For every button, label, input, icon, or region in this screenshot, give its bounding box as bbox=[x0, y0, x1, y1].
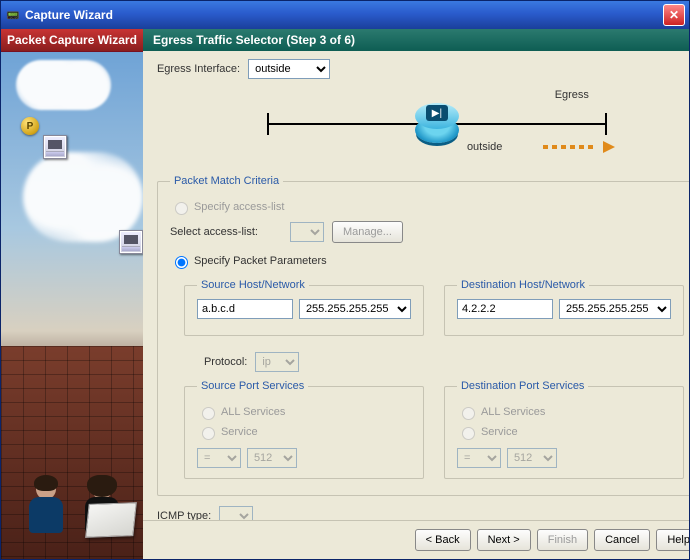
destination-mask-select[interactable]: 255.255.255.255 bbox=[559, 299, 671, 319]
packet-match-criteria-legend: Packet Match Criteria bbox=[170, 175, 283, 187]
sps-all-services-radio bbox=[202, 407, 215, 420]
select-access-list-row: Select access-list: Manage... bbox=[170, 221, 684, 243]
protocol-label: Protocol: bbox=[204, 356, 247, 368]
egress-interface-name: outside bbox=[467, 141, 502, 153]
destination-host-network-legend: Destination Host/Network bbox=[457, 279, 589, 291]
back-button[interactable]: < Back bbox=[415, 529, 471, 551]
destination-host-network-group: Destination Host/Network 255.255.255.255 bbox=[444, 279, 684, 336]
sps-port-select: 512 bbox=[247, 448, 297, 468]
dps-port-row: = 512 bbox=[457, 448, 671, 468]
source-host-input[interactable] bbox=[197, 299, 293, 319]
source-port-services-legend: Source Port Services bbox=[197, 380, 308, 392]
laptop-icon bbox=[85, 502, 137, 538]
sps-all-services: ALL Services bbox=[197, 404, 411, 420]
select-access-list-label: Select access-list: bbox=[170, 226, 258, 238]
arrow-right-icon bbox=[543, 141, 615, 153]
protocol-select: ip bbox=[255, 352, 299, 372]
opt-specify-packet-parameters[interactable]: Specify Packet Parameters bbox=[170, 253, 684, 269]
source-port-services-group: Source Port Services ALL Services Servic… bbox=[184, 380, 424, 479]
opt-specify-packet-parameters-label: Specify Packet Parameters bbox=[194, 255, 327, 267]
sps-port-row: = 512 bbox=[197, 448, 411, 468]
sps-operator-select: = bbox=[197, 448, 241, 468]
step-header: Egress Traffic Selector (Step 3 of 6) bbox=[143, 29, 689, 51]
app-icon: 📟 bbox=[5, 7, 21, 23]
close-button[interactable]: ✕ bbox=[663, 4, 685, 26]
icmp-type-select bbox=[219, 506, 253, 520]
sps-service-label: Service bbox=[221, 426, 258, 438]
window: 📟 Capture Wizard ✕ Packet Capture Wizard… bbox=[0, 0, 690, 560]
egress-interface-label: Egress Interface: bbox=[157, 63, 240, 75]
computer-icon bbox=[43, 135, 67, 159]
sidebar: Packet Capture Wizard P bbox=[1, 29, 143, 559]
select-access-list-select bbox=[290, 222, 324, 242]
sidebar-header: Packet Capture Wizard bbox=[1, 29, 143, 52]
egress-interface-select[interactable]: outside bbox=[248, 59, 330, 79]
dps-all-services: ALL Services bbox=[457, 404, 671, 420]
opt-specify-access-list: Specify access-list bbox=[170, 199, 684, 215]
destination-port-services-legend: Destination Port Services bbox=[457, 380, 589, 392]
help-button[interactable]: Help bbox=[656, 529, 689, 551]
window-title: Capture Wizard bbox=[25, 8, 663, 22]
dps-port-select: 512 bbox=[507, 448, 557, 468]
sps-service-radio bbox=[202, 427, 215, 440]
p-badge-icon: P bbox=[21, 117, 39, 135]
opt-specify-access-list-radio bbox=[175, 202, 188, 215]
window-body: Packet Capture Wizard P Egress Traffic S… bbox=[1, 29, 689, 559]
opt-specify-access-list-label: Specify access-list bbox=[194, 201, 284, 213]
icmp-type-row: ICMP type: bbox=[157, 506, 689, 520]
dps-all-services-label: ALL Services bbox=[481, 406, 545, 418]
source-host-network-group: Source Host/Network 255.255.255.255 bbox=[184, 279, 424, 336]
opt-specify-packet-parameters-radio[interactable] bbox=[175, 256, 188, 269]
titlebar: 📟 Capture Wizard ✕ bbox=[1, 1, 689, 29]
destination-port-services-group: Destination Port Services ALL Services S… bbox=[444, 380, 684, 479]
packet-match-criteria-group: Packet Match Criteria Specify access-lis… bbox=[157, 175, 689, 496]
cancel-button[interactable]: Cancel bbox=[594, 529, 650, 551]
destination-host-input[interactable] bbox=[457, 299, 553, 319]
person-icon bbox=[23, 477, 69, 549]
egress-diagram: Egress ▶| outside bbox=[267, 85, 607, 165]
source-mask-select[interactable]: 255.255.255.255 bbox=[299, 299, 411, 319]
egress-interface-row: Egress Interface: outside bbox=[157, 59, 689, 79]
source-host-network-legend: Source Host/Network bbox=[197, 279, 309, 291]
sps-service: Service bbox=[197, 424, 411, 440]
dps-service-radio bbox=[462, 427, 475, 440]
next-button[interactable]: Next > bbox=[477, 529, 531, 551]
router-icon: ▶| bbox=[415, 103, 459, 143]
dps-service-label: Service bbox=[481, 426, 518, 438]
sps-all-services-label: ALL Services bbox=[221, 406, 285, 418]
protocol-row: Protocol: ip bbox=[170, 352, 684, 372]
icmp-type-label: ICMP type: bbox=[157, 510, 211, 520]
sidebar-image: P bbox=[1, 52, 143, 559]
manage-access-list-button: Manage... bbox=[332, 221, 403, 243]
content: Egress Interface: outside Egress ▶| outs… bbox=[143, 51, 689, 520]
finish-button: Finish bbox=[537, 529, 588, 551]
dps-all-services-radio bbox=[462, 407, 475, 420]
dps-operator-select: = bbox=[457, 448, 501, 468]
main-panel: Egress Traffic Selector (Step 3 of 6) Eg… bbox=[143, 29, 689, 559]
computer-icon bbox=[119, 230, 143, 254]
dps-service: Service bbox=[457, 424, 671, 440]
egress-diagram-label: Egress bbox=[555, 89, 589, 101]
wizard-footer: < Back Next > Finish Cancel Help bbox=[143, 520, 689, 559]
